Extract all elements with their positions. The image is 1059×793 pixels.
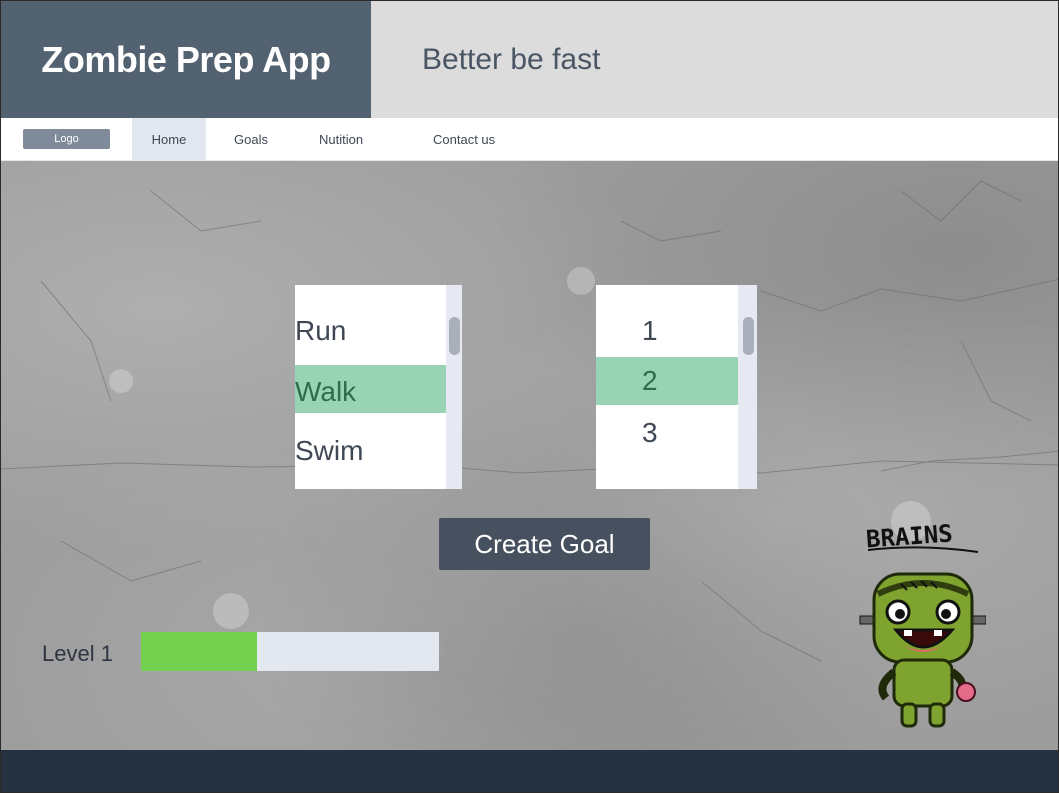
footer — [1, 750, 1058, 792]
app-window: Zombie Prep App Better be fast Logo Home… — [0, 0, 1059, 793]
option-1[interactable]: 1 — [642, 313, 658, 349]
level-label: Level 1 — [42, 641, 113, 666]
activity-scrollbar[interactable] — [446, 285, 462, 489]
nav-item-goals[interactable]: Goals — [234, 118, 268, 161]
app-title: Zombie Prep App — [41, 38, 331, 80]
logo-button[interactable]: Logo — [23, 129, 110, 149]
option-3[interactable]: 3 — [642, 415, 658, 451]
activity-scroll-thumb[interactable] — [449, 317, 460, 355]
tagline: Better be fast — [422, 43, 601, 76]
nav-item-nutrition[interactable]: Nutition — [319, 118, 363, 161]
level-progress-bar — [141, 632, 439, 671]
main-content: Run Walk Swim 1 2 3 Create Goal Level 1 … — [1, 161, 1058, 750]
brand-block: Zombie Prep App — [1, 1, 371, 118]
count-scroll-thumb[interactable] — [743, 317, 754, 355]
nav-item-home[interactable]: Home — [132, 118, 206, 161]
zombie-mascot-image: BRAINS — [859, 519, 986, 728]
option-swim[interactable]: Swim — [295, 433, 363, 469]
count-scrollbar[interactable] — [738, 285, 757, 489]
create-goal-button[interactable]: Create Goal — [439, 518, 650, 570]
tagline-area: Better be fast — [371, 1, 1058, 118]
count-listbox[interactable]: 1 2 3 — [596, 285, 757, 489]
nav-bar: Logo Home Goals Nutition Contact us — [1, 118, 1058, 161]
activity-listbox[interactable]: Run Walk Swim — [295, 285, 462, 489]
option-2-selected[interactable]: 2 — [596, 357, 739, 405]
level-progress-fill — [141, 632, 258, 671]
option-walk-selected[interactable]: Walk — [295, 365, 446, 413]
option-run[interactable]: Run — [295, 313, 346, 349]
nav-item-contact[interactable]: Contact us — [433, 118, 495, 161]
